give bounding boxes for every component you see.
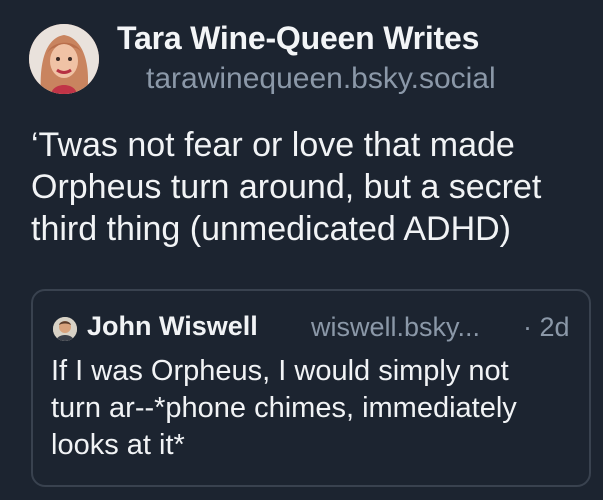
- post-text-line: ‘Twas not fear or love that made: [31, 126, 515, 164]
- author-avatar[interactable]: [29, 24, 99, 94]
- post-text-line: Orpheus turn around, but a secret: [31, 168, 542, 206]
- profile-photo-icon: [53, 317, 77, 341]
- quote-text-line: turn ar--*phone chimes, immediately: [51, 392, 517, 424]
- quote-text-line: looks at it*: [51, 429, 185, 461]
- author-handle[interactable]: tarawinequeen.bsky.social: [146, 62, 496, 96]
- post-text-line: third thing (unmedicated ADHD): [31, 210, 512, 248]
- quote-author-avatar[interactable]: [53, 317, 77, 341]
- post-text: ‘Twas not fear or love that made Orpheus…: [31, 124, 591, 250]
- quoted-post-card[interactable]: John Wiswell wiswell.bsky... · 2d If I w…: [31, 289, 591, 487]
- profile-photo-icon: [29, 24, 99, 94]
- quote-author-display-name[interactable]: John Wiswell: [87, 311, 258, 342]
- quote-author-handle[interactable]: wiswell.bsky...: [311, 312, 480, 343]
- quote-timestamp[interactable]: · 2d: [523, 312, 570, 343]
- quote-text-line: If I was Orpheus, I would simply not: [51, 355, 509, 387]
- quote-text: If I was Orpheus, I would simply not tur…: [51, 353, 581, 464]
- author-display-name[interactable]: Tara Wine-Queen Writes: [117, 20, 479, 57]
